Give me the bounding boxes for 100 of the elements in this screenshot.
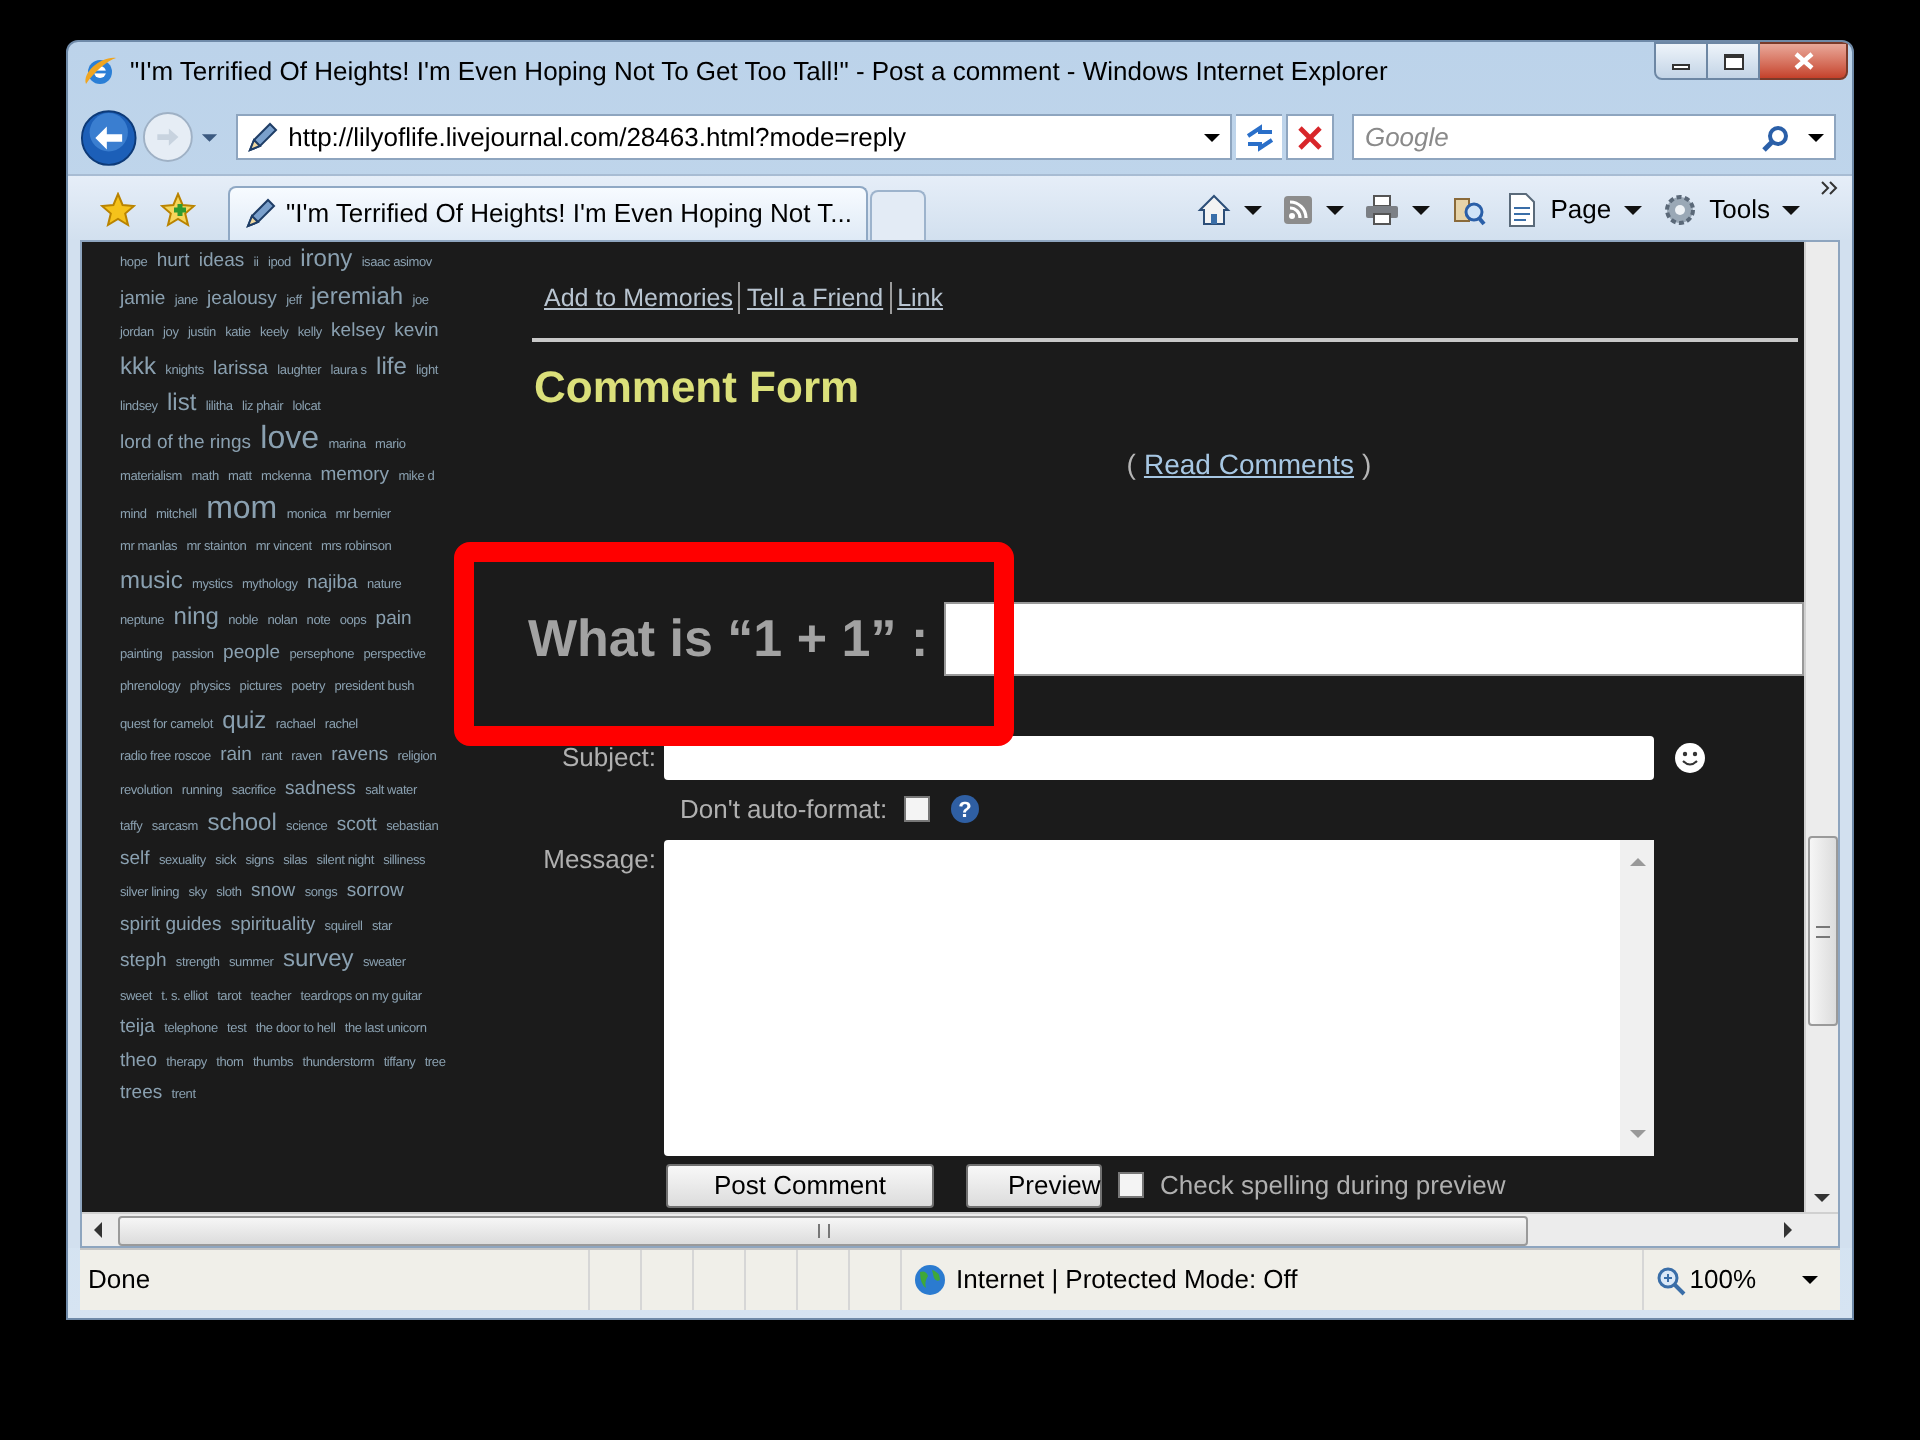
tag-link[interactable]: kevin — [394, 318, 439, 346]
tag-link[interactable]: spirit guides — [120, 911, 222, 939]
captcha-label: What is “1 + 1” : — [528, 606, 929, 672]
entry-link[interactable]: Link — [889, 282, 950, 314]
spellcheck-checkbox[interactable] — [1118, 1172, 1144, 1198]
entry-link[interactable]: Add to Memories — [538, 282, 739, 314]
tag-link[interactable]: teija — [120, 1014, 155, 1042]
help-icon[interactable]: ? — [949, 794, 980, 825]
browser-tab[interactable]: "I'm Terrified Of Heights! I'm Even Hoping Not T... — [228, 186, 868, 240]
printer-icon — [1364, 194, 1401, 226]
research-icon — [1450, 192, 1487, 228]
horizontal-scrollbar[interactable] — [82, 1212, 1838, 1246]
dropdown-icon[interactable] — [1800, 1272, 1820, 1288]
tag-link[interactable]: spirituality — [230, 911, 316, 939]
add-favorites-icon[interactable] — [160, 192, 196, 228]
dropdown-icon[interactable] — [1202, 129, 1223, 145]
window-title: "I'm Terrified Of Heights! I'm Even Hoping Not To Get Too Tall!" - Post a comment - Windows Internet Explorer — [130, 53, 1388, 90]
tag-link[interactable]: snow — [250, 878, 296, 906]
security-zone-text[interactable]: Internet | Protected Mode: Off — [956, 1260, 1298, 1300]
tag-link[interactable]: hurt — [156, 248, 190, 276]
parenthesis: ) — [1362, 446, 1372, 484]
tag-link[interactable]: theo — [120, 1047, 157, 1075]
tag-link[interactable]: memory — [320, 462, 390, 490]
tag-link[interactable]: najiba — [306, 569, 358, 597]
auto-format-label: Don't auto-format: — [680, 792, 888, 828]
tag-link[interactable]: life — [376, 351, 407, 379]
tag-link[interactable]: irony — [300, 244, 353, 272]
search-input[interactable]: Google — [1364, 117, 1745, 157]
tag-link[interactable]: quiz — [222, 705, 267, 733]
entry-link[interactable]: Tell a Friend — [738, 282, 890, 314]
subject-label: Subject: — [560, 740, 656, 777]
more-chevron-icon[interactable] — [1820, 180, 1840, 196]
page-menu-button[interactable]: Page — [1506, 190, 1650, 230]
tag-link[interactable]: jamie — [120, 285, 166, 313]
close-icon — [1793, 52, 1813, 70]
auto-format-checkbox[interactable] — [903, 796, 930, 823]
tag-link[interactable]: love — [260, 425, 320, 453]
tag-link[interactable]: trees — [120, 1080, 163, 1108]
close-button[interactable] — [1760, 42, 1848, 80]
tag-link[interactable]: self — [120, 845, 150, 873]
back-button[interactable] — [80, 107, 138, 167]
smiley-icon[interactable] — [1674, 742, 1706, 774]
tag-link[interactable]: school — [207, 808, 277, 836]
caret-icon[interactable] — [1782, 204, 1800, 216]
caret-icon[interactable] — [1412, 204, 1431, 216]
favorites-star-icon[interactable] — [100, 192, 136, 228]
scrollbar-thumb[interactable] — [118, 1215, 1528, 1245]
caret-icon[interactable] — [1326, 204, 1345, 216]
tag-link[interactable]: kkk — [120, 351, 156, 379]
tag-link[interactable]: ning — [173, 602, 219, 630]
search-icon[interactable] — [1762, 123, 1790, 151]
tag-link[interactable]: list — [167, 388, 197, 416]
caret-icon[interactable] — [1623, 204, 1642, 216]
tag-link[interactable]: scott — [336, 812, 377, 840]
scrollbar-thumb[interactable] — [1807, 836, 1837, 1026]
tag-link[interactable]: larissa — [213, 355, 268, 383]
zoom-level[interactable]: 100% — [1689, 1260, 1756, 1300]
browser-logo-icon — [82, 53, 118, 89]
tag-link[interactable]: pain — [375, 606, 412, 634]
tag-link[interactable]: kelsey — [331, 318, 385, 346]
tag-link[interactable]: sorrow — [346, 878, 404, 906]
stop-button[interactable] — [1286, 114, 1335, 160]
form-button[interactable]: Post Comment — [666, 1163, 934, 1207]
refresh-button[interactable] — [1236, 114, 1283, 160]
form-heading: Comment Form — [534, 360, 862, 416]
scroll-left-icon[interactable] — [92, 1222, 102, 1238]
tag-link[interactable]: music — [120, 565, 183, 593]
address-field[interactable]: http://lilyoflife.livejournal.com/28463.html?mode=reply — [236, 114, 1233, 160]
stop-icon — [1298, 125, 1323, 149]
maximize-button[interactable] — [1708, 42, 1760, 80]
form-button[interactable]: Preview — [966, 1163, 1102, 1207]
tag-link[interactable]: jeremiah — [311, 281, 404, 309]
zoom-icon[interactable] — [1655, 1265, 1686, 1295]
vertical-scrollbar[interactable] — [1804, 242, 1838, 1212]
globe-icon — [914, 1264, 946, 1296]
captcha-field[interactable] — [944, 602, 1804, 676]
tools-menu-button[interactable]: Tools — [1661, 190, 1808, 230]
status-text: Done — [88, 1262, 153, 1299]
tag-link[interactable]: rain — [220, 742, 252, 770]
subject-field[interactable] — [664, 736, 1654, 780]
gear-icon — [1661, 192, 1698, 228]
scroll-down-icon[interactable] — [1814, 1194, 1830, 1204]
tag-link[interactable]: ravens — [331, 742, 389, 770]
scroll-right-icon[interactable] — [1784, 1222, 1794, 1238]
spellcheck-label: Check spelling during preview — [1160, 1167, 1506, 1204]
tag-link[interactable]: lord of the rings — [120, 429, 251, 457]
message-label: Message: — [541, 841, 656, 878]
tag-link[interactable]: steph — [120, 948, 167, 976]
caret-icon[interactable] — [1244, 204, 1263, 216]
read-comments-link[interactable]: Read Comments — [1143, 444, 1355, 486]
tag-link[interactable]: people — [223, 639, 281, 667]
tag-link[interactable]: survey — [282, 944, 354, 972]
dropdown-icon[interactable] — [1806, 129, 1826, 145]
minimize-button[interactable] — [1654, 42, 1708, 80]
tag-link[interactable]: sadness — [285, 775, 356, 803]
tag-link[interactable]: mom — [206, 495, 278, 523]
parenthesis: ( — [1126, 446, 1136, 484]
tag-link[interactable]: ideas — [198, 248, 245, 276]
tag-link[interactable]: jealousy — [207, 285, 277, 313]
search-field[interactable]: Google — [1352, 114, 1836, 160]
